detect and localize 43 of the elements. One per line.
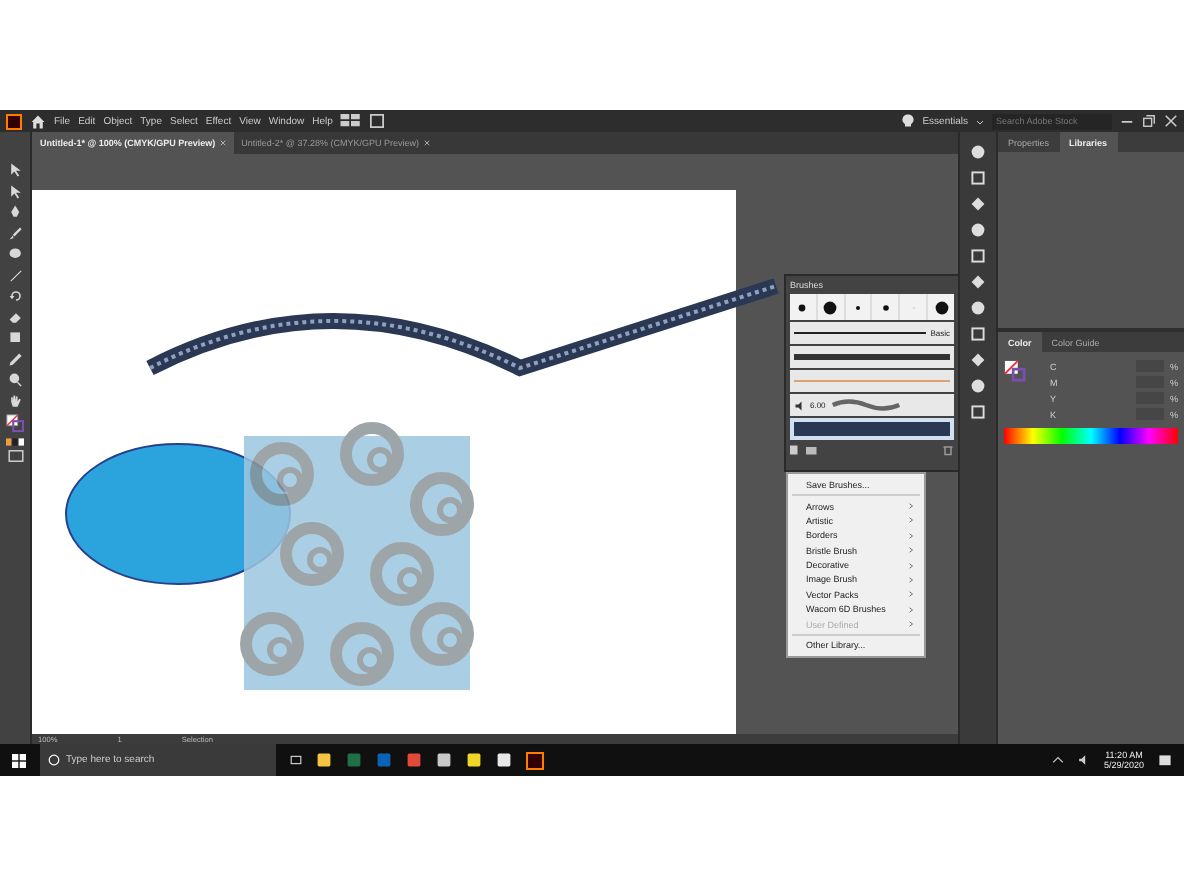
- square-icon[interactable]: [970, 170, 986, 186]
- rotate-icon[interactable]: [7, 288, 23, 304]
- library-menu-icon[interactable]: [790, 444, 802, 456]
- trash-icon[interactable]: [942, 444, 954, 456]
- pen-icon[interactable]: [7, 204, 23, 220]
- eraser-icon[interactable]: [7, 309, 23, 325]
- square-icon[interactable]: [370, 114, 385, 128]
- color-spectrum[interactable]: [1004, 428, 1178, 444]
- speaker-icon[interactable]: [1077, 754, 1090, 766]
- brush-swatch[interactable]: [928, 294, 954, 320]
- wavy-stroke-icon: [829, 398, 902, 412]
- home-icon[interactable]: [30, 113, 46, 129]
- selection-arrow-icon[interactable]: [7, 162, 23, 178]
- app-logo-icon[interactable]: [6, 113, 22, 129]
- brush-swatch[interactable]: [790, 294, 816, 320]
- brush-swatch[interactable]: [845, 294, 871, 320]
- restore-icon[interactable]: [1142, 114, 1156, 128]
- windows-logo-icon[interactable]: [12, 753, 26, 767]
- circle-icon[interactable]: [970, 144, 986, 160]
- screen-mode-icon[interactable]: [7, 450, 23, 462]
- task-view-icon[interactable]: [290, 754, 302, 766]
- fill-stroke-icon[interactable]: [1004, 360, 1026, 382]
- brush-swatch[interactable]: [872, 294, 899, 320]
- lightbulb-icon[interactable]: [902, 113, 915, 129]
- close-icon[interactable]: [423, 140, 430, 146]
- layout-grid-icon[interactable]: [340, 114, 363, 128]
- illustrator-app-icon[interactable]: [526, 751, 544, 769]
- brush-row[interactable]: [790, 418, 954, 440]
- chevron-up-icon[interactable]: [1051, 754, 1064, 766]
- direct-selection-icon[interactable]: [7, 183, 23, 199]
- color-mode-icon[interactable]: [6, 437, 24, 445]
- hand-icon[interactable]: [7, 393, 23, 409]
- circle-icon: [48, 754, 60, 766]
- line-icon[interactable]: [7, 267, 23, 283]
- brush-row[interactable]: [790, 346, 954, 368]
- library-icon[interactable]: [806, 444, 818, 456]
- close-icon[interactable]: [1164, 114, 1178, 128]
- speaker-icon: [794, 399, 806, 411]
- brush-swatch[interactable]: [817, 294, 844, 320]
- eyedropper-icon[interactable]: [7, 351, 23, 367]
- fill-stroke-icon[interactable]: [6, 414, 24, 432]
- zoom-icon[interactable]: [7, 372, 23, 388]
- brush-swatch[interactable]: [900, 294, 927, 320]
